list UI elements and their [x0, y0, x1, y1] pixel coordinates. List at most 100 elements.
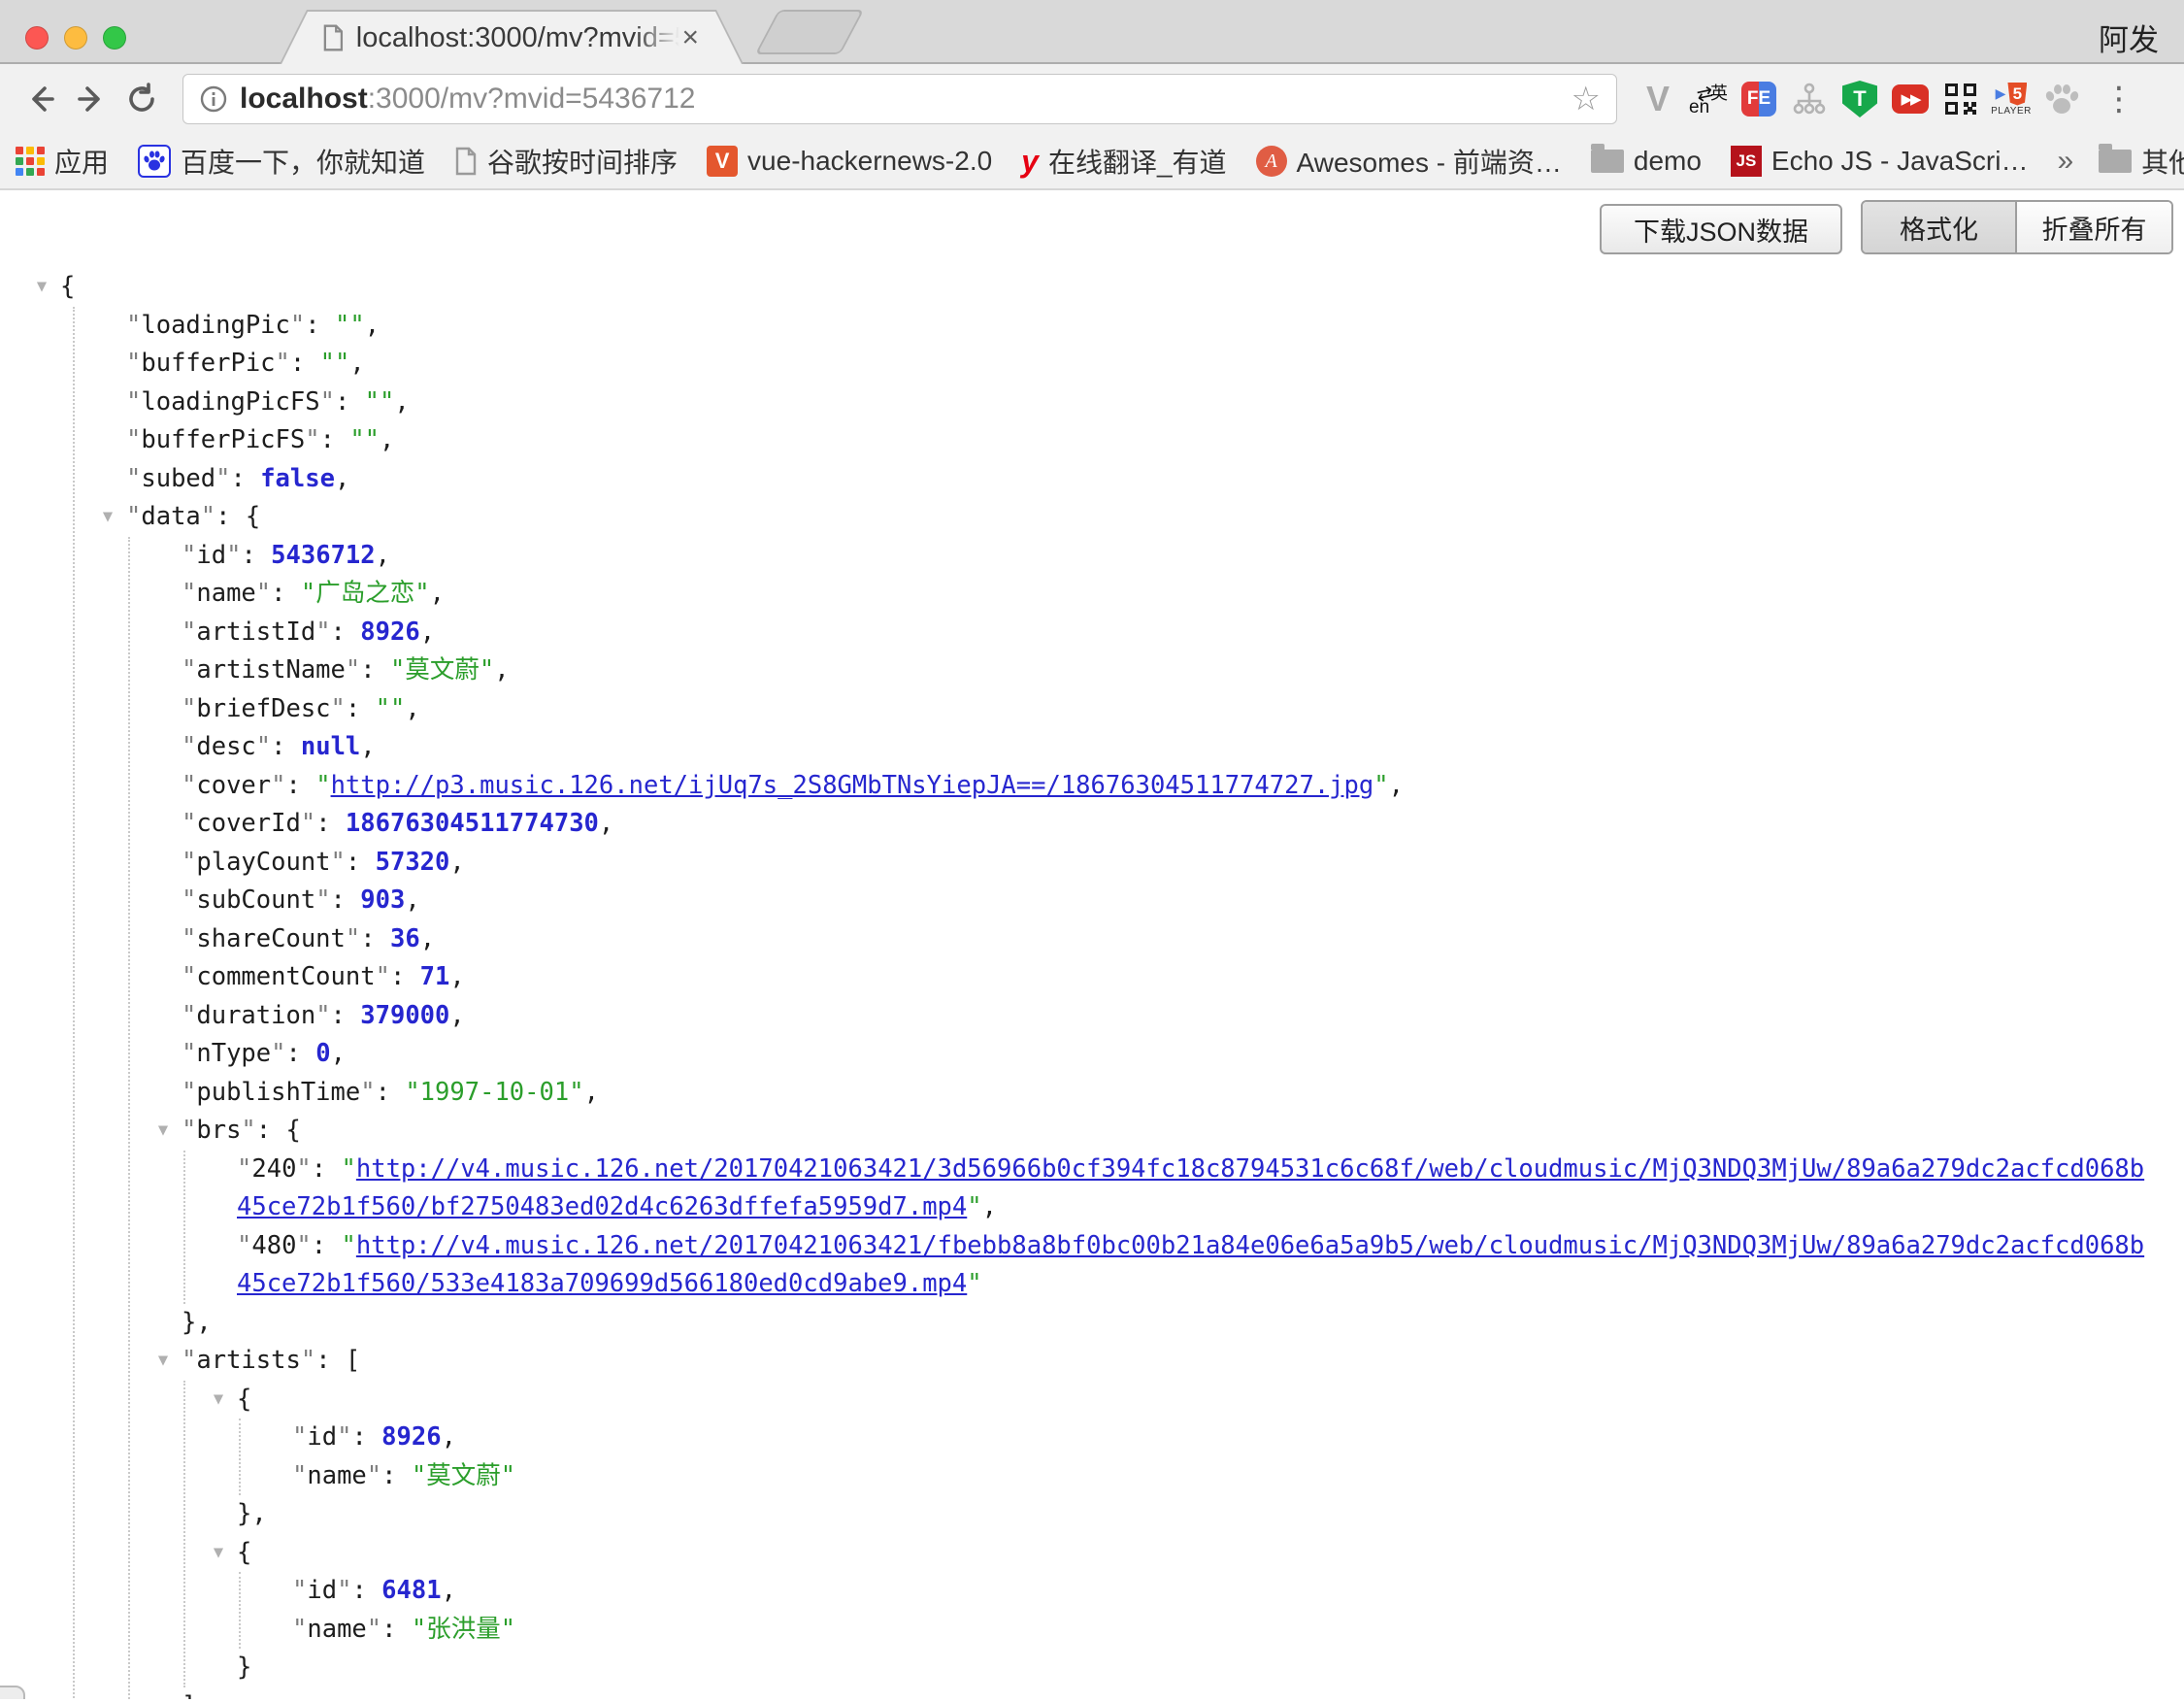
json-line: "bufferPicFS": "",: [126, 421, 2155, 460]
json-line: "briefDesc": "",: [182, 690, 2155, 729]
collapse-toggle-icon[interactable]: ▼: [29, 268, 54, 307]
json-line: "artistId": 8926,: [182, 614, 2155, 652]
tab-title: localhost:3000/mv?mvid=5436: [356, 22, 680, 54]
page-icon: [454, 147, 478, 176]
folder-icon: [2099, 150, 2132, 173]
json-line: "loadingPic": "",: [126, 307, 2155, 346]
apps-grid-icon: [16, 147, 45, 176]
fullscreen-window-icon[interactable]: [103, 26, 126, 50]
bookmarks-overflow-icon[interactable]: »: [2057, 145, 2073, 178]
json-line: "480": "http://v4.music.126.net/20170421…: [237, 1227, 2155, 1304]
other-bookmarks[interactable]: 其他书签: [2099, 142, 2184, 181]
tab-strip: localhost:3000/mv?mvid=5436 × 阿发: [0, 0, 2184, 64]
json-link[interactable]: http://p3.music.126.net/ijUq7s_2S8GMbTNs…: [331, 771, 1374, 800]
fe-helper-icon[interactable]: FE: [1739, 78, 1778, 120]
json-line: "subed": false,: [126, 460, 2155, 499]
view-mode-segmented-control: 格式化 折叠所有: [1861, 200, 2173, 254]
format-button[interactable]: 格式化: [1863, 202, 2017, 252]
json-line: "id": 6481,: [292, 1572, 2155, 1611]
browser-toolbar: localhost:3000/mv?mvid=5436712 ☆ V 英⇄en …: [0, 64, 2184, 134]
qrcode-icon[interactable]: [1941, 78, 1980, 120]
folder-icon: [1591, 150, 1624, 173]
json-line: "playCount": 57320,: [182, 844, 2155, 883]
bookmark-label: 应用: [54, 142, 109, 181]
json-link[interactable]: http://v4.music.126.net/20170421063421/3…: [237, 1154, 2144, 1222]
bookmark-label: 百度一下，你就知道: [181, 142, 425, 181]
json-line: "id": 5436712,: [182, 537, 2155, 576]
reload-icon[interactable]: [120, 78, 163, 120]
json-line: "bufferPic": "",: [126, 345, 2155, 384]
bookmark-label: 在线翻译_有道: [1048, 142, 1227, 181]
close-window-icon[interactable]: [25, 26, 49, 50]
json-line: "id": 8926,: [292, 1419, 2155, 1457]
download-json-button[interactable]: 下载JSON数据: [1600, 204, 1842, 254]
active-tab[interactable]: localhost:3000/mv?mvid=5436 ×: [280, 10, 744, 64]
json-line: "name": "张洪量": [292, 1611, 2155, 1650]
url-text: localhost:3000/mv?mvid=5436712: [240, 83, 695, 116]
json-line: "commentCount": 71,: [182, 958, 2155, 997]
vue-devtools-icon[interactable]: V: [1638, 78, 1677, 120]
json-line: "loadingPicFS": "",: [126, 384, 2155, 422]
json-line: ▼"brs": {: [182, 1112, 2155, 1151]
json-line: "desc": null,: [182, 728, 2155, 767]
json-line: },: [182, 1304, 2155, 1343]
json-line: "name": "广岛之恋",: [182, 575, 2155, 614]
json-line: "publishTime": "1997-10-01",: [182, 1074, 2155, 1113]
json-line: "artistName": "莫文蔚",: [182, 651, 2155, 690]
json-line: ]: [182, 1687, 2155, 1700]
json-line: "subCount": 903,: [182, 882, 2155, 920]
collapse-toggle-icon[interactable]: ▼: [150, 1112, 176, 1151]
back-icon[interactable]: [19, 78, 62, 120]
bookmark-star-icon[interactable]: ☆: [1572, 83, 1601, 116]
bookmark-echojs[interactable]: JS Echo JS - JavaScri…: [1731, 146, 2029, 177]
youdao-icon: y: [1021, 144, 1039, 180]
collapse-all-button[interactable]: 折叠所有: [2017, 202, 2171, 252]
json-link[interactable]: http://v4.music.126.net/20170421063421/f…: [237, 1231, 2144, 1299]
video-speed-icon[interactable]: ▶▶: [1891, 78, 1930, 120]
json-line: "duration": 379000,: [182, 997, 2155, 1036]
sitemap-icon[interactable]: [1790, 78, 1829, 120]
bookmarks-bar: 应用 百度一下，你就知道 谷歌按时间排序 V vue-hackernews-2.…: [0, 134, 2184, 190]
json-line: "name": "莫文蔚": [292, 1457, 2155, 1496]
paw-icon[interactable]: [2042, 78, 2081, 120]
bookmark-label: demo: [1634, 146, 1702, 177]
tampermonkey-icon[interactable]: T: [1840, 78, 1879, 120]
vue-icon: V: [707, 146, 738, 177]
translate-icon[interactable]: 英⇄en: [1689, 78, 1728, 120]
collapse-toggle-icon[interactable]: ▼: [150, 1342, 176, 1381]
awesomes-icon: A: [1256, 146, 1287, 177]
address-bar[interactable]: localhost:3000/mv?mvid=5436712 ☆: [182, 74, 1617, 124]
json-line: "shareCount": 36,: [182, 920, 2155, 959]
collapse-toggle-icon[interactable]: ▼: [95, 498, 120, 537]
url-path: :3000/mv?mvid=5436712: [368, 83, 696, 115]
html5-player-icon[interactable]: ▶5PLAYER: [1992, 78, 2031, 120]
page-info-icon[interactable]: [199, 84, 228, 114]
bookmark-vue-hackernews[interactable]: V vue-hackernews-2.0: [707, 146, 992, 177]
json-line: ▼{: [237, 1381, 2155, 1419]
collapse-toggle-icon[interactable]: ▼: [206, 1534, 231, 1573]
bookmark-label: Awesomes - 前端资…: [1297, 142, 1562, 181]
json-viewer: ▼{ "loadingPic": "","bufferPic": "","load…: [60, 268, 2155, 1699]
bookmark-baidu[interactable]: 百度一下，你就知道: [138, 142, 425, 181]
bookmark-awesomes[interactable]: A Awesomes - 前端资…: [1256, 142, 1562, 181]
collapse-toggle-icon[interactable]: ▼: [206, 1381, 231, 1419]
bookmark-apps[interactable]: 应用: [16, 142, 109, 181]
page-content: 下载JSON数据 格式化 折叠所有 ▼{"loadingPic": "","bu…: [0, 190, 2184, 1699]
new-tab-button[interactable]: [755, 10, 864, 54]
browser-menu-icon[interactable]: ⋮: [2102, 80, 2135, 118]
profile-name[interactable]: 阿发: [2099, 16, 2159, 59]
minimize-window-icon[interactable]: [64, 26, 87, 50]
json-line: "nType": 0,: [182, 1035, 2155, 1074]
tab-close-icon[interactable]: ×: [681, 23, 699, 52]
echojs-icon: JS: [1731, 146, 1762, 177]
bookmark-label: Echo JS - JavaScri…: [1771, 146, 2029, 177]
bookmark-youdao[interactable]: y 在线翻译_有道: [1021, 142, 1226, 181]
bookmark-google-sort[interactable]: 谷歌按时间排序: [454, 142, 678, 181]
json-line: ▼{: [237, 1534, 2155, 1573]
json-line: }: [237, 1649, 2155, 1687]
bookmark-demo-folder[interactable]: demo: [1591, 146, 1702, 177]
bookmark-label: vue-hackernews-2.0: [747, 146, 992, 177]
forward-icon[interactable]: [70, 78, 113, 120]
json-line: "cover": "http://p3.music.126.net/ijUq7s…: [182, 767, 2155, 806]
json-line: ▼"data": {: [126, 498, 2155, 537]
